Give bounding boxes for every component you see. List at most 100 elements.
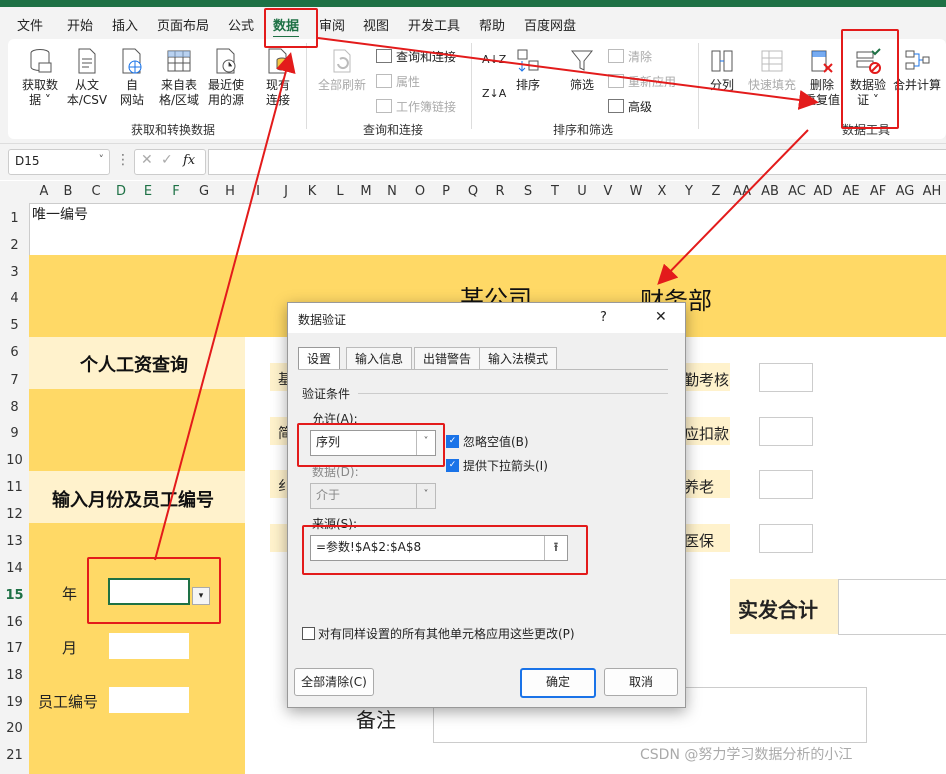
column-header-y[interactable]: Y: [679, 184, 699, 199]
row-header-3[interactable]: 3: [0, 265, 29, 280]
cell-a1[interactable]: 唯一编号: [32, 204, 88, 224]
row-header-8[interactable]: 8: [0, 400, 29, 415]
medical-value[interactable]: [759, 524, 813, 553]
row-header-11[interactable]: 11: [0, 480, 29, 495]
from-text-button[interactable]: 从文 本/CSV: [66, 47, 108, 108]
column-header-i[interactable]: I: [248, 184, 268, 199]
column-header-q[interactable]: Q: [463, 184, 483, 199]
tab-review[interactable]: 审阅: [319, 15, 345, 34]
column-header-e[interactable]: E: [138, 184, 158, 199]
row-header-6[interactable]: 6: [0, 345, 29, 360]
apply-all-checkbox[interactable]: [302, 627, 315, 640]
column-header-l[interactable]: L: [330, 184, 350, 199]
remove-duplicates-button[interactable]: 删除 重复值: [804, 47, 840, 108]
month-input[interactable]: [109, 633, 189, 659]
tab-error-alert[interactable]: 出错警告: [414, 347, 481, 370]
row-header-5[interactable]: 5: [0, 318, 29, 333]
tab-view[interactable]: 视图: [363, 15, 389, 34]
column-header-v[interactable]: V: [598, 184, 618, 199]
row-header-9[interactable]: 9: [0, 426, 29, 441]
get-data-button[interactable]: 获取数据 ˅: [20, 47, 60, 108]
row-header-20[interactable]: 20: [0, 721, 29, 736]
column-header-g[interactable]: G: [194, 184, 214, 199]
text-to-columns-button[interactable]: 分列: [704, 47, 740, 93]
filter-button[interactable]: 筛选: [566, 47, 598, 93]
net-total-value[interactable]: [838, 579, 946, 635]
column-header-ad[interactable]: AD: [813, 184, 833, 199]
tab-settings[interactable]: 设置: [298, 347, 341, 370]
column-header-a[interactable]: A: [34, 184, 54, 199]
column-header-aa[interactable]: AA: [732, 184, 752, 199]
row-header-4[interactable]: 4: [0, 291, 29, 306]
column-header-w[interactable]: W: [626, 184, 646, 199]
column-header-c[interactable]: C: [86, 184, 106, 199]
column-header-b[interactable]: B: [58, 184, 78, 199]
advanced-filter-button[interactable]: 高级: [608, 98, 652, 115]
sort-ascending-button[interactable]: A↓Z: [482, 53, 506, 66]
tab-file[interactable]: 文件: [17, 15, 43, 34]
refresh-all-button[interactable]: 全部刷新: [314, 47, 370, 93]
tab-insert[interactable]: 插入: [112, 15, 138, 34]
dropdown-checkbox[interactable]: ✓: [446, 459, 459, 472]
column-header-n[interactable]: N: [382, 184, 402, 199]
column-header-h[interactable]: H: [220, 184, 240, 199]
sort-descending-button[interactable]: Z↓A: [482, 87, 506, 100]
from-table-button[interactable]: 来自表 格/区域: [156, 47, 202, 108]
column-header-m[interactable]: M: [356, 184, 376, 199]
help-icon[interactable]: ?: [600, 310, 607, 325]
column-header-ag[interactable]: AG: [895, 184, 915, 199]
cancel-icon[interactable]: ✕: [141, 152, 153, 168]
row-header-16[interactable]: 16: [0, 615, 29, 630]
column-header-k[interactable]: K: [302, 184, 322, 199]
row-header-15[interactable]: 15: [0, 588, 29, 603]
column-header-o[interactable]: O: [410, 184, 430, 199]
column-header-ab[interactable]: AB: [760, 184, 780, 199]
confirm-icon[interactable]: ✓: [161, 152, 173, 168]
workbook-links-button[interactable]: 工作簿链接: [376, 98, 456, 115]
column-header-d[interactable]: D: [111, 184, 131, 199]
chevron-down-icon[interactable]: ˅: [99, 153, 105, 166]
cancel-button[interactable]: 取消: [604, 668, 678, 696]
ok-button[interactable]: 确定: [520, 668, 596, 698]
row-header-14[interactable]: 14: [0, 561, 29, 576]
from-web-button[interactable]: 自网站: [116, 47, 148, 108]
tab-home[interactable]: 开始: [67, 15, 93, 34]
column-header-z[interactable]: Z: [706, 184, 726, 199]
tab-baidu-netdisk[interactable]: 百度网盘: [524, 15, 576, 34]
name-box[interactable]: D15 ˅: [8, 149, 110, 175]
row-header-17[interactable]: 17: [0, 641, 29, 656]
flash-fill-button[interactable]: 快速填充: [746, 47, 798, 93]
existing-connections-button[interactable]: 现有 连接: [262, 47, 294, 108]
row-header-1[interactable]: 1: [0, 211, 29, 226]
pension-value[interactable]: [759, 470, 813, 499]
row-header-12[interactable]: 12: [0, 507, 29, 522]
deduction-value[interactable]: [759, 417, 813, 446]
row-header-21[interactable]: 21: [0, 748, 29, 763]
row-header-18[interactable]: 18: [0, 668, 29, 683]
tab-developer[interactable]: 开发工具: [408, 15, 460, 34]
column-header-ah[interactable]: AH: [922, 184, 942, 199]
tab-ime-mode[interactable]: 输入法模式: [479, 347, 558, 370]
data-operator-select[interactable]: 介于 ˅: [310, 483, 436, 509]
column-header-af[interactable]: AF: [868, 184, 888, 199]
insert-function-icon[interactable]: fx: [183, 153, 195, 168]
column-header-p[interactable]: P: [436, 184, 456, 199]
column-header-f[interactable]: F: [166, 184, 186, 199]
row-header-7[interactable]: 7: [0, 373, 29, 388]
column-header-t[interactable]: T: [545, 184, 565, 199]
queries-connections-button[interactable]: 查询和连接: [376, 48, 456, 65]
column-header-u[interactable]: U: [572, 184, 592, 199]
clear-all-button[interactable]: 全部清除(C): [294, 668, 374, 696]
tab-input-message[interactable]: 输入信息: [346, 347, 413, 370]
more-options-icon[interactable]: ⋮: [116, 152, 130, 168]
column-header-ac[interactable]: AC: [787, 184, 807, 199]
column-header-s[interactable]: S: [518, 184, 538, 199]
properties-button[interactable]: 属性: [376, 73, 420, 90]
ignore-blank-checkbox[interactable]: ✓: [446, 435, 459, 448]
row-header-2[interactable]: 2: [0, 238, 29, 253]
row-header-19[interactable]: 19: [0, 695, 29, 710]
formula-input[interactable]: [208, 149, 946, 175]
attendance-value[interactable]: [759, 363, 813, 392]
sort-button[interactable]: 排序: [512, 47, 544, 93]
row-header-10[interactable]: 10: [0, 453, 29, 468]
